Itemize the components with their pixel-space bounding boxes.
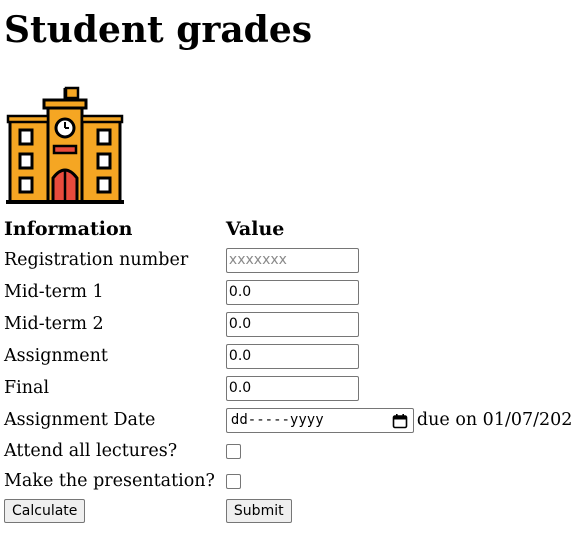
table-row: Assignment [4, 340, 572, 372]
final-label: Final [4, 378, 50, 398]
presentation-checkbox[interactable] [225, 474, 241, 489]
table-row: Make the presentation? [4, 466, 572, 496]
calendar-icon[interactable] [392, 413, 408, 429]
assignment-date-input[interactable]: dd-----yyyy [225, 407, 414, 433]
midterm1-input[interactable] [225, 279, 359, 305]
final-input[interactable] [225, 375, 359, 401]
date-placeholder: dd-----yyyy [230, 411, 324, 428]
attend-lectures-label: Attend all lectures? [4, 441, 178, 461]
page-title: Student grades [4, 9, 313, 51]
header-value: Value [225, 218, 285, 240]
presentation-label: Make the presentation? [4, 471, 215, 491]
table-row: Mid-term 2 [4, 308, 572, 340]
midterm1-label: Mid-term 1 [4, 282, 104, 302]
grades-table: Information Value Registration number Mi… [2, 214, 572, 526]
table-header-row: Information Value [4, 214, 572, 244]
table-row: Attend all lectures? [4, 436, 572, 466]
registration-label: Registration number [4, 250, 189, 270]
calculate-button[interactable]: Calculate [4, 499, 86, 523]
assignment-date-label: Assignment Date [4, 410, 156, 430]
table-row: Assignment Date dd-----yyyy due on 01/07… [4, 404, 572, 436]
table-row: Registration number [4, 244, 572, 276]
table-row: Final [4, 372, 572, 404]
submit-button[interactable]: Submit [225, 499, 292, 523]
due-date-text: due on 01/07/2020 [416, 410, 572, 430]
attend-lectures-checkbox[interactable] [225, 444, 241, 459]
table-row: Calculate Submit [4, 496, 572, 526]
header-information: Information [4, 218, 133, 240]
table-row: Mid-term 1 [4, 276, 572, 308]
midterm2-label: Mid-term 2 [4, 314, 104, 334]
assignment-label: Assignment [4, 346, 108, 366]
registration-input[interactable] [225, 247, 359, 273]
midterm2-input[interactable] [225, 311, 359, 337]
assignment-input[interactable] [225, 343, 359, 369]
school-building-icon [6, 86, 124, 204]
